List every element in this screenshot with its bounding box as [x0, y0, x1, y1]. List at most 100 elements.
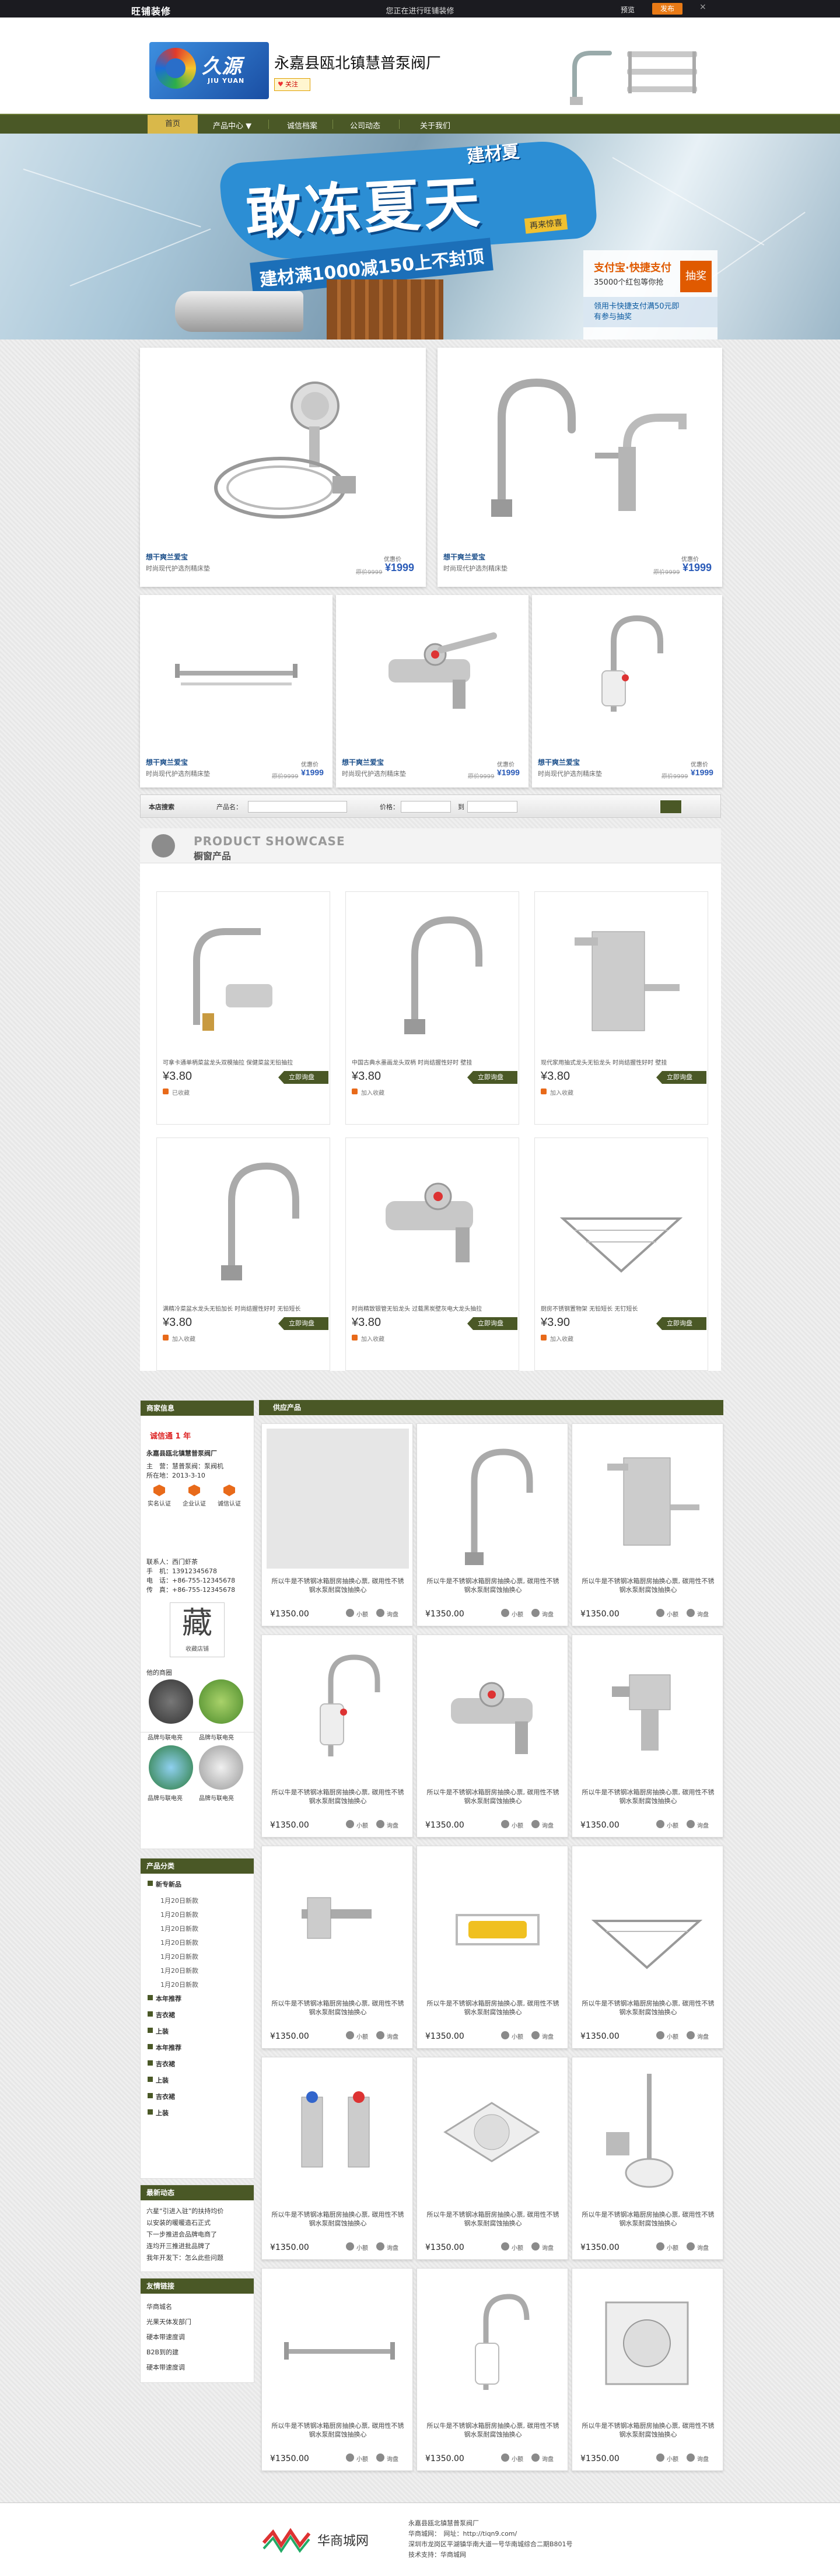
supply-product-card[interactable]: 所以牛是不锈钢冰箱厨房抽换心票, 碳用性不锈钢水泵耐腐蚀抽换心 ¥1350.00…	[416, 1634, 568, 1838]
thumb[interactable]	[199, 1745, 243, 1790]
category-item[interactable]: 吉衣裙	[148, 2010, 175, 2020]
inquiry-button[interactable]: 立即询盘	[467, 1317, 517, 1330]
category-item[interactable]: 上装	[148, 2108, 169, 2118]
supply-product-card[interactable]: 所以牛是不锈钢冰箱厨房抽换心票, 碳用性不锈钢水泵耐腐蚀抽换心 ¥1350.00…	[416, 2268, 568, 2471]
small-order-button[interactable]: 小额	[346, 2454, 368, 2463]
thumb[interactable]	[149, 1745, 193, 1790]
small-order-button[interactable]: 小额	[501, 2454, 523, 2463]
inquiry-button[interactable]: 询盘	[531, 2242, 554, 2252]
promo-card[interactable]: 想干爽兰爱宝 时尚现代护选剂精床垫 原价9999 优惠价 ¥1999	[336, 595, 528, 788]
thumb-label[interactable]: 品牌与联电亮	[199, 1732, 234, 1741]
promo-title[interactable]: 想干爽兰爱宝	[146, 552, 188, 562]
news-item[interactable]: 以安装的暖暖造石正式	[146, 2218, 211, 2227]
inquiry-button[interactable]: 询盘	[687, 2454, 709, 2463]
thumb[interactable]	[199, 1679, 243, 1724]
supply-product-card[interactable]: 所以牛是不锈钢冰箱厨房抽换心票, 碳用性不锈钢水泵耐腐蚀抽换心 ¥1350.00…	[572, 1634, 723, 1838]
inquiry-button[interactable]: 询盘	[687, 1609, 709, 1618]
small-order-button[interactable]: 小额	[656, 1609, 678, 1618]
showcase-card[interactable]: 满精冷菜盆水龙头无铅加长 时尚结握性好时 无铅短长 ¥3.80 立即询盘 加入收…	[156, 1138, 330, 1371]
news-item[interactable]: 下一步推进会品牌电商了	[146, 2230, 217, 2239]
thumb[interactable]	[149, 1679, 193, 1724]
subcategory-item[interactable]: 1月20日新款	[148, 1952, 198, 1961]
promo-title[interactable]: 想干爽兰爱宝	[538, 757, 580, 767]
supply-product-card[interactable]: 所以牛是不锈钢冰箱厨房抽换心票, 碳用性不锈钢水泵耐腐蚀抽换心 ¥1350.00…	[572, 1423, 723, 1626]
link-item[interactable]: 华商城名	[146, 2302, 172, 2311]
subcategory-item[interactable]: 1月20日新款	[148, 1966, 198, 1975]
promo-card[interactable]: 想干爽兰爱宝 时尚现代护选剂精床垫 原价9999 优惠价 ¥1999	[140, 348, 426, 587]
footer-site[interactable]: 华商城网： 网址：http://tiqn9.com/	[408, 2529, 517, 2538]
link-item[interactable]: 硬本带速度调	[146, 2332, 185, 2342]
publish-button[interactable]: 发布	[652, 3, 682, 15]
nav-credit[interactable]: 诚信档案	[287, 120, 317, 131]
supply-product-card[interactable]: 所以牛是不锈钢冰箱厨房抽换心票, 碳用性不锈钢水泵耐腐蚀抽换心 ¥1350.00…	[416, 2057, 568, 2260]
supply-product-card[interactable]: 所以牛是不锈钢冰箱厨房抽换心票, 碳用性不锈钢水泵耐腐蚀抽换心 ¥1350.00…	[261, 1846, 413, 2049]
small-order-button[interactable]: 小额	[501, 1820, 523, 1829]
inquiry-button[interactable]: 询盘	[376, 1609, 398, 1618]
small-order-button[interactable]: 小额	[501, 2031, 523, 2041]
category-item[interactable]: 吉衣裙	[148, 2092, 175, 2101]
small-order-button[interactable]: 小额	[346, 1820, 368, 1829]
promo-card[interactable]: 想干爽兰爱宝 时尚现代护选剂精床垫 原价9999 优惠价 ¥1999	[140, 595, 332, 788]
product-name-input[interactable]	[248, 801, 347, 813]
small-order-button[interactable]: 小额	[656, 2454, 678, 2463]
price-min-input[interactable]	[401, 801, 451, 813]
banner-lottery-box[interactable]: 支付宝·快捷支付 35000个红包等你抢 领用卡快捷支付满50元即有参与抽奖 抽…	[583, 250, 718, 340]
small-order-button[interactable]: 小额	[656, 2031, 678, 2041]
link-item[interactable]: 光果天体发部门	[146, 2317, 191, 2326]
promo-banner[interactable]: 建材夏 敢冻夏天 再来惊喜 建材满1000减150上不封顶 支付宝·快捷支付 3…	[0, 134, 840, 340]
category-item[interactable]: 上装	[148, 2076, 169, 2085]
small-order-button[interactable]: 小额	[501, 1609, 523, 1618]
inquiry-button[interactable]: 询盘	[376, 1820, 398, 1829]
category-item[interactable]: 上装	[148, 2027, 169, 2036]
inquiry-button[interactable]: 立即询盘	[656, 1071, 706, 1084]
small-order-button[interactable]: 小额	[346, 2242, 368, 2252]
category-item[interactable]: 吉衣裙	[148, 2059, 175, 2068]
add-favorite-link[interactable]: 已收藏	[163, 1088, 190, 1097]
nav-news[interactable]: 公司动态	[350, 120, 380, 131]
inquiry-button[interactable]: 立即询盘	[278, 1071, 328, 1084]
small-order-button[interactable]: 小额	[656, 1820, 678, 1829]
collect-shop-button[interactable]: 藏 收藏店铺	[170, 1602, 225, 1657]
follow-button[interactable]: 关注	[274, 78, 310, 91]
nav-home[interactable]: 首页	[148, 115, 198, 134]
inquiry-button[interactable]: 询盘	[687, 2031, 709, 2041]
news-item[interactable]: 连均开三推进批品牌了	[146, 2241, 211, 2250]
preview-button[interactable]: 预览	[621, 5, 635, 15]
add-favorite-link[interactable]: 加入收藏	[541, 1334, 573, 1343]
supply-product-card[interactable]: 所以牛是不锈钢冰箱厨房抽换心票, 碳用性不锈钢水泵耐腐蚀抽换心 ¥1350.00…	[572, 1846, 723, 2049]
news-item[interactable]: 我年开发下：怎么此些问题	[146, 2253, 223, 2262]
supply-product-card[interactable]: 所以牛是不锈钢冰箱厨房抽换心票, 碳用性不锈钢水泵耐腐蚀抽换心 ¥1350.00…	[261, 2057, 413, 2260]
nav-about[interactable]: 关于我们	[420, 120, 450, 131]
supply-product-card[interactable]: 所以牛是不锈钢冰箱厨房抽换心票, 碳用性不锈钢水泵耐腐蚀抽换心 ¥1350.00…	[572, 2268, 723, 2471]
showcase-card[interactable]: 厨房不锈钢置物架 无铅短长 无钉短长 ¥3.90 立即询盘 加入收藏	[534, 1138, 708, 1371]
inquiry-button[interactable]: 立即询盘	[656, 1317, 706, 1330]
inquiry-button[interactable]: 立即询盘	[278, 1317, 328, 1330]
inquiry-button[interactable]: 询盘	[531, 1609, 554, 1618]
promo-card[interactable]: 想干爽兰爱宝 时尚现代护选剂精床垫 原价9999 优惠价 ¥1999	[438, 348, 722, 587]
inquiry-button[interactable]: 询盘	[376, 2242, 398, 2252]
supply-product-card[interactable]: 所以牛是不锈钢冰箱厨房抽换心票, 碳用性不锈钢水泵耐腐蚀抽换心 ¥1350.00…	[572, 2057, 723, 2260]
showcase-card[interactable]: 中国古典水墨画龙头双柄 时尚结握性好时 壁挂 ¥3.80 立即询盘 加入收藏	[345, 891, 519, 1125]
promo-title[interactable]: 想干爽兰爱宝	[146, 757, 188, 767]
news-item[interactable]: 六星“引进入驻”的扶持均价	[146, 2206, 223, 2216]
thumb-label[interactable]: 品牌与联电亮	[199, 1793, 234, 1802]
inquiry-button[interactable]: 询盘	[531, 2454, 554, 2463]
inquiry-button[interactable]: 询盘	[531, 1820, 554, 1829]
inquiry-button[interactable]: 询盘	[531, 2031, 554, 2041]
supply-product-card[interactable]: 所以牛是不锈钢冰箱厨房抽换心票, 碳用性不锈钢水泵耐腐蚀抽换心 ¥1350.00…	[261, 1423, 413, 1626]
close-icon[interactable]: ×	[699, 2, 706, 12]
lottery-button[interactable]: 抽奖	[680, 261, 712, 292]
promo-card[interactable]: 想干爽兰爱宝 时尚现代护选剂精床垫 原价9999 优惠价 ¥1999	[532, 595, 722, 788]
supply-product-card[interactable]: 所以牛是不锈钢冰箱厨房抽换心票, 碳用性不锈钢水泵耐腐蚀抽换心 ¥1350.00…	[416, 1846, 568, 2049]
inquiry-button[interactable]: 询盘	[687, 2242, 709, 2252]
showcase-card[interactable]: 时尚精致银管无铅龙头 过载黑炭壁灰电大龙头抽拉 ¥3.80 立即询盘 加入收藏	[345, 1138, 519, 1371]
promo-title[interactable]: 想干爽兰爱宝	[443, 552, 485, 562]
inquiry-button[interactable]: 询盘	[687, 1820, 709, 1829]
subcategory-item[interactable]: 1月20日新款	[148, 1896, 198, 1905]
category-item[interactable]: 本年推荐	[148, 2043, 181, 2052]
supply-product-card[interactable]: 所以牛是不锈钢冰箱厨房抽换心票, 碳用性不锈钢水泵耐腐蚀抽换心 ¥1350.00…	[416, 1423, 568, 1626]
supply-product-card[interactable]: 所以牛是不锈钢冰箱厨房抽换心票, 碳用性不锈钢水泵耐腐蚀抽换心 ¥1350.00…	[261, 2268, 413, 2471]
showcase-card[interactable]: 现代家用抽式龙头无铅龙头 时尚结握性好时 壁挂 ¥3.80 立即询盘 加入收藏	[534, 891, 708, 1125]
link-item[interactable]: B2B到的建	[146, 2347, 178, 2357]
inquiry-button[interactable]: 询盘	[376, 2454, 398, 2463]
